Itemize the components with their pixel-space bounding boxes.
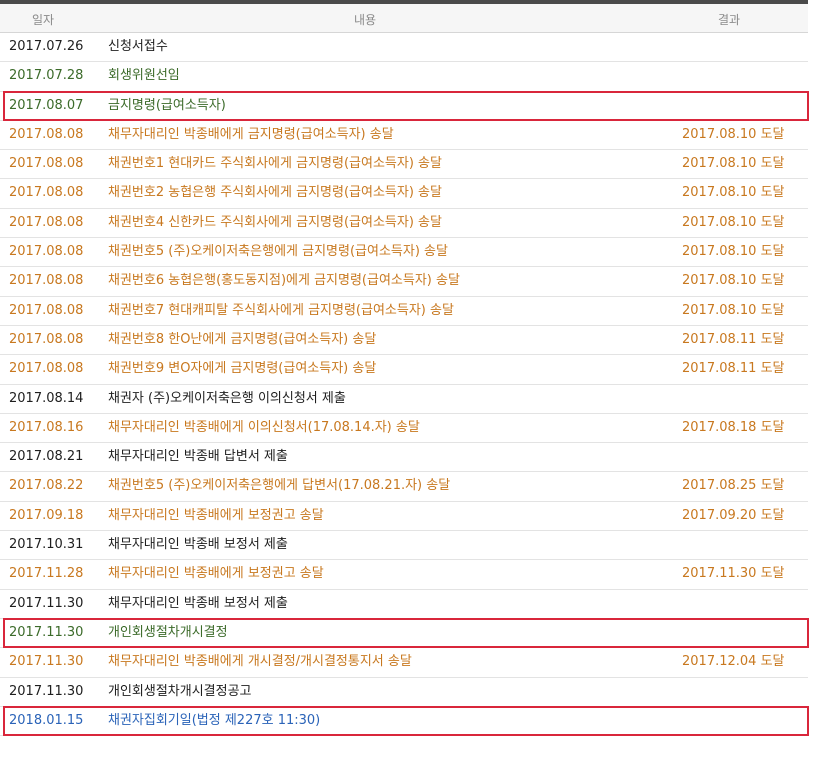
- row-result: 2017.08.10 도달: [682, 126, 785, 142]
- row-date: 2017.08.08: [9, 244, 84, 260]
- row-content: 채권번호6 농협은행(홍도동지점)에게 금지명령(급여소득자) 송달: [108, 273, 460, 289]
- row-result: 2017.08.11 도달: [682, 361, 785, 377]
- table-row: 2017.08.08 채권번호4 신한카드 주식회사에게 금지명령(급여소득자) …: [0, 209, 808, 239]
- row-content: 신청서접수: [108, 39, 168, 54]
- header-result: 결과: [718, 13, 741, 27]
- row-date: 2017.08.08: [9, 331, 84, 347]
- row-date: 2017.08.08: [9, 156, 84, 172]
- table-row: 2017.08.21 채무자대리인 박종배 답변서 제출: [0, 443, 808, 473]
- table-row: 2017.08.22 채권번호5 (주)오케이저축은행에게 답변서(17.08.2…: [0, 472, 808, 502]
- row-date: 2017.11.30: [9, 683, 84, 699]
- table-body: 2017.07.26 신청서접수 2017.07.28 회생위원선임 2017.08.0…: [0, 33, 809, 737]
- row-content: 회생위원선임: [108, 68, 180, 84]
- row-result: 2017.11.30 도달: [682, 566, 785, 582]
- table-row: 2017.07.28 회생위원선임: [0, 62, 808, 92]
- row-date: 2017.11.30: [9, 654, 84, 670]
- row-result: 2017.08.10 도달: [682, 244, 785, 260]
- row-result: 2017.12.04 도달: [682, 654, 785, 670]
- row-date: 2017.10.31: [9, 537, 84, 553]
- row-date: 2017.08.08: [9, 185, 84, 201]
- row-date: 2017.08.08: [9, 273, 84, 289]
- row-content: 채권번호2 농협은행 주식회사에게 금지명령(급여소득자) 송달: [108, 185, 442, 201]
- row-content: 개인회생절차개시결정: [108, 624, 228, 640]
- row-content: 채무자대리인 박종배에게 보정권고 송달: [108, 507, 324, 523]
- row-date: 2017.08.22: [9, 478, 84, 494]
- table-row: 2017.08.08 채권번호6 농협은행(홍도동지점)에게 금지명령(급여소득자…: [0, 267, 808, 297]
- row-date: 2017.08.21: [9, 449, 84, 465]
- row-result: 2017.08.10 도달: [682, 302, 785, 318]
- header-content: 내용: [354, 13, 377, 27]
- table-row: 2017.08.14 채권자 (주)오케이저축은행 이의신청서 제출: [0, 385, 808, 414]
- table-row: 2017.11.30 개인회생절차개시결정: [0, 617, 809, 649]
- table-row: 2017.08.08 채권번호9 변O자에게 금지명령(급여소득자) 송달 2017…: [0, 355, 808, 385]
- row-content: 채권자집회기일(법정 제227호 11:30): [108, 712, 321, 728]
- header-date: 일자: [32, 13, 55, 27]
- row-content: 채권번호5 (주)오케이저축은행에게 금지명령(급여소득자) 송달: [108, 244, 448, 260]
- table-row: 2017.11.30 채무자대리인 박종배에게 개시결정/개시결정통지서 송달 20…: [0, 648, 808, 678]
- row-date: 2017.08.07: [9, 97, 84, 113]
- row-content: 채무자대리인 박종배에게 금지명령(급여소득자) 송달: [108, 126, 394, 142]
- row-content: 채권자 (주)오케이저축은행 이의신청서 제출: [108, 390, 346, 406]
- table-row: 2017.08.16 채무자대리인 박종배에게 이의신청서(17.08.14.자)…: [0, 414, 808, 444]
- case-history-table: 일자 내용 결과 2017.07.26 신청서접수 2017.07.28 회생위원선임…: [0, 0, 809, 737]
- table-row: 2017.11.30 채무자대리인 박종배 보정서 제출: [0, 590, 808, 619]
- row-date: 2017.09.18: [9, 507, 84, 523]
- table-row: 2017.10.31 채무자대리인 박종배 보정서 제출: [0, 531, 808, 561]
- row-date: 2017.08.14: [9, 390, 84, 406]
- row-content: 채권번호1 현대카드 주식회사에게 금지명령(급여소득자) 송달: [108, 156, 442, 172]
- row-date: 2017.11.30: [9, 624, 84, 640]
- row-date: 2017.08.08: [9, 126, 84, 142]
- table-row: 2017.08.07 금지명령(급여소득자): [0, 90, 809, 121]
- row-result: 2017.09.20 도달: [682, 507, 785, 523]
- row-date: 2018.01.15: [9, 712, 84, 728]
- row-content: 채무자대리인 박종배에게 보정권고 송달: [108, 566, 324, 582]
- row-result: 2017.08.10 도달: [682, 156, 785, 172]
- row-result: 2017.08.25 도달: [682, 478, 785, 494]
- row-content: 채권번호8 한O난에게 금지명령(급여소득자) 송달: [108, 331, 377, 347]
- row-result: 2017.08.10 도달: [682, 273, 785, 289]
- row-date: 2017.08.08: [9, 302, 84, 318]
- table-row: 2017.08.08 채권번호2 농협은행 주식회사에게 금지명령(급여소득자) …: [0, 179, 808, 209]
- row-content: 채무자대리인 박종배에게 개시결정/개시결정통지서 송달: [108, 654, 412, 670]
- row-content: 채권번호5 (주)오케이저축은행에게 답변서(17.08.21.자) 송달: [108, 478, 451, 494]
- table-row: 2018.01.15 채권자집회기일(법정 제227호 11:30): [0, 705, 809, 737]
- table-row: 2017.08.08 채무자대리인 박종배에게 금지명령(급여소득자) 송달 201…: [0, 121, 808, 151]
- table-row: 2017.08.08 채권번호8 한O난에게 금지명령(급여소득자) 송달 2017…: [0, 326, 808, 356]
- row-date: 2017.07.26: [9, 39, 84, 54]
- row-content: 채무자대리인 박종배 보정서 제출: [108, 595, 288, 611]
- row-result: 2017.08.10 도달: [682, 185, 785, 201]
- row-date: 2017.08.08: [9, 214, 84, 230]
- row-result: 2017.08.10 도달: [682, 214, 785, 230]
- row-content: 채무자대리인 박종배 답변서 제출: [108, 449, 288, 465]
- table-row: 2017.09.18 채무자대리인 박종배에게 보정권고 송달 2017.09.20…: [0, 502, 808, 532]
- row-content: 채무자대리인 박종배 보정서 제출: [108, 537, 288, 553]
- row-content: 채권번호7 현대캐피탈 주식회사에게 금지명령(급여소득자) 송달: [108, 302, 454, 318]
- row-content: 채무자대리인 박종배에게 이의신청서(17.08.14.자) 송달: [108, 419, 420, 435]
- table-header: 일자 내용 결과: [0, 4, 808, 33]
- row-content: 채권번호9 변O자에게 금지명령(급여소득자) 송달: [108, 361, 377, 377]
- row-content: 금지명령(급여소득자): [108, 97, 226, 113]
- table-row: 2017.08.08 채권번호7 현대캐피탈 주식회사에게 금지명령(급여소득자)…: [0, 297, 808, 326]
- row-result: 2017.08.11 도달: [682, 331, 785, 347]
- row-date: 2017.08.08: [9, 361, 84, 377]
- row-date: 2017.07.28: [9, 68, 84, 84]
- table-row: 2017.08.08 채권번호5 (주)오케이저축은행에게 금지명령(급여소득자)…: [0, 238, 808, 268]
- table-row: 2017.11.30 개인회생절차개시결정공고: [0, 678, 808, 707]
- row-date: 2017.11.30: [9, 595, 84, 611]
- row-date: 2017.08.16: [9, 419, 84, 435]
- row-date: 2017.11.28: [9, 566, 84, 582]
- row-content: 개인회생절차개시결정공고: [108, 683, 252, 699]
- table-row: 2017.07.26 신청서접수: [0, 33, 808, 63]
- row-content: 채권번호4 신한카드 주식회사에게 금지명령(급여소득자) 송달: [108, 214, 442, 230]
- row-result: 2017.08.18 도달: [682, 419, 785, 435]
- table-row: 2017.11.28 채무자대리인 박종배에게 보정권고 송달 2017.11.30…: [0, 560, 808, 590]
- table-row: 2017.08.08 채권번호1 현대카드 주식회사에게 금지명령(급여소득자) …: [0, 150, 808, 180]
